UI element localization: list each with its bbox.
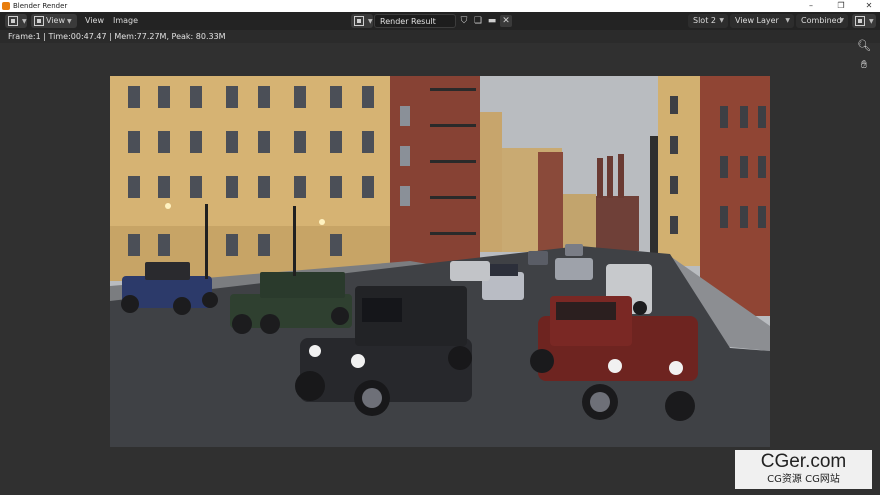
chevron-down-icon: ▼ [785,17,790,24]
watermark-subtitle: CG资源 CG网站 [767,474,840,485]
zoom-magnifier-icon[interactable]: 🔍︎ [855,37,873,54]
maximize-icon[interactable]: ❐ [830,0,852,12]
color-alpha-icon [855,15,865,26]
pass-label: Combined [801,16,842,25]
fake-user-shield-icon[interactable]: ⛉ [458,15,470,27]
image-editor-header: ▼ View ▼ View Image ▼ Render Result ⛉ ❏ ▬… [0,12,880,30]
minimize-icon[interactable]: – [800,0,822,12]
view-mode-icon [34,15,44,26]
chevron-down-icon: ▼ [719,17,724,24]
blender-logo-icon [2,2,10,10]
view-layer-label: View Layer [735,16,779,25]
browse-image-button[interactable]: ▼ [351,14,373,28]
pass-dropdown[interactable]: Combined ▼ [796,14,848,28]
close-window-icon[interactable]: ✕ [858,0,880,12]
render-scene [110,76,770,447]
window-titlebar: Blender Render – ❐ ✕ [0,0,880,12]
image-browse-icon [354,15,364,26]
pan-hand-icon[interactable]: ✋︎ [855,56,873,73]
new-image-icon[interactable]: ❏ [472,15,484,27]
chevron-down-icon: ▼ [869,18,874,25]
view-mode-dropdown[interactable]: View ▼ [31,14,77,28]
editor-type-button[interactable]: ▼ [5,14,27,28]
view-mode-label: View [46,16,65,25]
view-layer-dropdown[interactable]: View Layer ▼ [730,14,794,28]
watermark: CGer.com CG资源 CG网站 [735,450,872,489]
unlink-close-icon[interactable]: ✕ [500,15,512,27]
chevron-down-icon: ▼ [839,17,844,24]
render-result-image[interactable] [110,76,770,447]
display-channels-button[interactable]: ▼ [852,14,876,28]
slot-label: Slot 2 [693,16,716,25]
menu-view[interactable]: View [85,14,104,28]
chevron-down-icon: ▼ [22,18,27,25]
watermark-title: CGer.com [760,451,847,472]
image-name-field[interactable]: Render Result [374,14,456,28]
image-editor-icon [8,15,18,26]
chevron-down-icon: ▼ [368,18,373,25]
chevron-down-icon: ▼ [66,18,72,25]
open-folder-icon[interactable]: ▬ [486,15,498,27]
window-title: Blender Render [13,2,68,10]
frame-stat: Frame:1 | Time:00:47.47 | Mem:77.27M, Pe… [8,32,226,41]
render-stats: Frame:1 | Time:00:47.47 | Mem:77.27M, Pe… [0,30,880,43]
slot-dropdown[interactable]: Slot 2 ▼ [688,14,728,28]
menu-image[interactable]: Image [113,14,138,28]
